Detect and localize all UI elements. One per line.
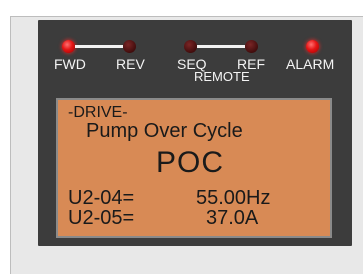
alarm-label: ALARM — [286, 56, 335, 72]
fault-code: POC — [156, 146, 225, 179]
monitor-2-value: 37.0A — [206, 207, 259, 229]
fwd-label: FWD — [54, 56, 86, 72]
fwd-rev-link-line — [75, 45, 123, 48]
fwd-led-icon — [62, 40, 75, 53]
alarm-led-icon — [306, 40, 319, 53]
rev-label: REV — [116, 56, 145, 72]
seq-ref-link-line — [197, 45, 245, 48]
rev-led-icon — [123, 40, 136, 53]
ref-led-icon — [245, 40, 258, 53]
fault-description: Pump Over Cycle — [86, 120, 243, 142]
remote-label: REMOTE — [194, 69, 250, 84]
lcd-screen: -DRIVE- Pump Over Cycle POC U2-04= 55.00… — [56, 98, 332, 238]
seq-led-icon — [184, 40, 197, 53]
monitor-2-param: U2-05= — [68, 207, 135, 229]
